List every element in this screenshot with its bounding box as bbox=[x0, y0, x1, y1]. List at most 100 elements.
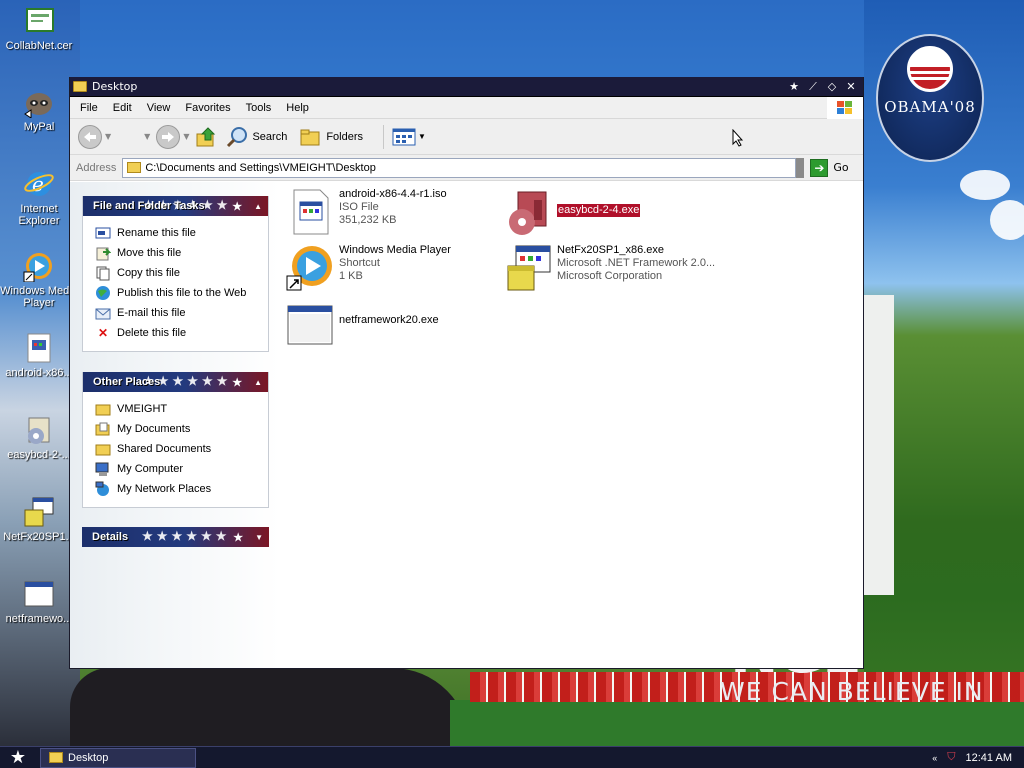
forward-history-dropdown[interactable]: ▼ bbox=[144, 132, 150, 141]
file-name: NetFx20SP1_x86.exe bbox=[557, 244, 665, 256]
standard-toolbar: ▼ ▼ ▼ Search Folders ▼ bbox=[70, 119, 863, 155]
desktop-icon-mypal[interactable]: MyPal bbox=[0, 86, 78, 133]
windows-logo-icon bbox=[827, 97, 863, 119]
file-text: easybcd-2-4.exe bbox=[557, 190, 641, 217]
maximize-button[interactable]: ◇ bbox=[824, 79, 840, 94]
star-menu-icon[interactable]: ★ bbox=[786, 79, 802, 94]
folders-label: Folders bbox=[326, 130, 364, 143]
raccoon-icon bbox=[23, 86, 55, 119]
address-value: C:\Documents and Settings\VMEIGHT\Deskto… bbox=[145, 161, 376, 174]
collapse-chevron-icon[interactable]: ▲ bbox=[254, 202, 262, 211]
search-button[interactable]: Search bbox=[225, 126, 287, 148]
forward-disabled-spacer bbox=[117, 129, 141, 145]
obama-sun-icon bbox=[907, 46, 953, 92]
task-copy[interactable]: Copy this file bbox=[95, 263, 268, 283]
place-my-computer[interactable]: My Computer bbox=[95, 459, 268, 479]
expand-chevron-icon[interactable]: ▼ bbox=[255, 533, 263, 542]
security-shield-icon[interactable]: ⛉ bbox=[947, 751, 955, 764]
star-start-icon: ★ bbox=[9, 747, 27, 768]
menu-tools[interactable]: Tools bbox=[246, 102, 280, 114]
media-player-icon bbox=[286, 244, 334, 292]
start-button[interactable]: ★ bbox=[0, 747, 36, 768]
easybcd-icon bbox=[504, 190, 552, 238]
explorer-window: Desktop ★ ⟋ ◇ ✕ File Edit View Favorites… bbox=[69, 77, 864, 669]
task-label: Copy this file bbox=[117, 267, 180, 279]
views-dropdown-icon: ▼ bbox=[418, 132, 426, 141]
other-places-header[interactable]: ★★★★★★ Other Places ★ ▲ bbox=[83, 372, 268, 392]
tray-expand-icon[interactable]: « bbox=[932, 753, 937, 763]
file-and-folder-tasks-header[interactable]: ★★★★★★ File and Folder Tasks ★ ▲ bbox=[83, 196, 268, 216]
clock[interactable]: 12:41 AM bbox=[966, 752, 1012, 764]
close-button[interactable]: ✕ bbox=[843, 79, 859, 94]
desktop-icon-collabnet[interactable]: CollabNet.cer bbox=[0, 5, 78, 52]
folder-icon bbox=[95, 401, 111, 417]
obama-logo: OBAMA'08 bbox=[876, 34, 984, 162]
place-label: My Computer bbox=[117, 463, 184, 475]
address-label: Address bbox=[76, 161, 117, 174]
back-button[interactable] bbox=[78, 124, 102, 149]
file-text: android-x86-4.4-r1.iso ISO File 351,232 … bbox=[339, 188, 447, 227]
file-easybcd[interactable]: easybcd-2-4.exe bbox=[504, 190, 641, 238]
task-delete[interactable]: ✕ Delete this file bbox=[95, 323, 268, 343]
folders-button[interactable]: Folders bbox=[299, 127, 363, 147]
views-icon bbox=[392, 128, 416, 145]
panel-controls: ★ ▲ bbox=[232, 200, 262, 213]
panel-title: File and Folder Tasks bbox=[93, 200, 205, 212]
file-windows-media-player[interactable]: Windows Media Player Shortcut 1 KB bbox=[286, 244, 451, 292]
file-name-selected: easybcd-2-4.exe bbox=[557, 204, 641, 217]
mouse-cursor-icon bbox=[732, 129, 744, 147]
desktop-icon-windows-media-player[interactable]: Windows Media Player bbox=[0, 250, 78, 309]
menu-help[interactable]: Help bbox=[286, 102, 317, 114]
desktop-icon-easybcd[interactable]: easybcd-2-... bbox=[0, 414, 78, 461]
go-button[interactable]: ➔ Go bbox=[810, 158, 849, 177]
wallpaper-lawn bbox=[450, 700, 1024, 746]
window-titlebar[interactable]: Desktop ★ ⟋ ◇ ✕ bbox=[70, 77, 863, 97]
address-input[interactable]: C:\Documents and Settings\VMEIGHT\Deskto… bbox=[122, 157, 797, 178]
address-dropdown-button[interactable] bbox=[796, 157, 805, 178]
email-icon bbox=[95, 305, 111, 321]
taskbar-button-desktop[interactable]: Desktop bbox=[40, 747, 196, 768]
obama-logo-text: OBAMA'08 bbox=[884, 98, 976, 116]
task-move[interactable]: Move this file bbox=[95, 243, 268, 263]
task-email[interactable]: E-mail this file bbox=[95, 303, 268, 323]
minimize-button[interactable]: ⟋ bbox=[805, 79, 821, 94]
file-netframework20[interactable]: netframework20.exe bbox=[286, 300, 439, 348]
place-my-documents[interactable]: My Documents bbox=[95, 419, 268, 439]
panel-title: Details bbox=[92, 531, 129, 543]
file-netfx20sp1[interactable]: NetFx20SP1_x86.exe Microsoft .NET Framew… bbox=[504, 244, 715, 292]
file-list-view: android-x86-4.4-r1.iso ISO File 351,232 … bbox=[280, 182, 863, 668]
folder-icon bbox=[127, 162, 142, 173]
up-folder-button[interactable] bbox=[195, 126, 217, 148]
place-shared-documents[interactable]: Shared Documents bbox=[95, 439, 268, 459]
desktop-icon-netfx[interactable]: NetFx20SP1... bbox=[0, 496, 78, 543]
file-android-iso[interactable]: android-x86-4.4-r1.iso ISO File 351,232 … bbox=[286, 188, 447, 236]
place-my-network-places[interactable]: My Network Places bbox=[95, 479, 268, 499]
desktop-icon-label: netframewo... bbox=[5, 613, 73, 625]
forward-button[interactable] bbox=[156, 124, 181, 149]
window-title: Desktop bbox=[92, 80, 138, 93]
file-size: 1 KB bbox=[339, 270, 363, 282]
menu-edit[interactable]: Edit bbox=[113, 102, 140, 114]
forward-dropdown[interactable]: ▼ bbox=[183, 132, 189, 141]
back-history-dropdown[interactable]: ▼ bbox=[105, 132, 111, 141]
desktop-icon-android-iso[interactable]: android-x86... bbox=[0, 332, 78, 379]
task-rename[interactable]: Rename this file bbox=[95, 223, 268, 243]
place-vmeight[interactable]: VMEIGHT bbox=[95, 399, 268, 419]
menu-view[interactable]: View bbox=[147, 102, 179, 114]
task-publish[interactable]: Publish this file to the Web bbox=[95, 283, 268, 303]
desktop-icon-label: Windows Media Player bbox=[0, 285, 78, 309]
desktop-icon-label: easybcd-2-... bbox=[7, 449, 71, 461]
menu-file[interactable]: File bbox=[80, 102, 106, 114]
task-label: Publish this file to the Web bbox=[117, 287, 247, 299]
exe-window-icon bbox=[23, 578, 55, 610]
computer-icon bbox=[95, 461, 111, 477]
menu-favorites[interactable]: Favorites bbox=[185, 102, 238, 114]
star-icon: ★ bbox=[232, 376, 243, 389]
desktop-icon-netframework[interactable]: netframewo... bbox=[0, 578, 78, 625]
details-header[interactable]: ★★★★★★ Details ★ ▼ bbox=[82, 527, 269, 547]
wallpaper-cloud bbox=[990, 200, 1024, 240]
views-button[interactable]: ▼ bbox=[392, 127, 426, 147]
installer-icon bbox=[23, 496, 55, 528]
desktop-icon-internet-explorer[interactable]: e Internet Explorer bbox=[0, 168, 78, 227]
collapse-chevron-icon[interactable]: ▲ bbox=[254, 378, 262, 387]
